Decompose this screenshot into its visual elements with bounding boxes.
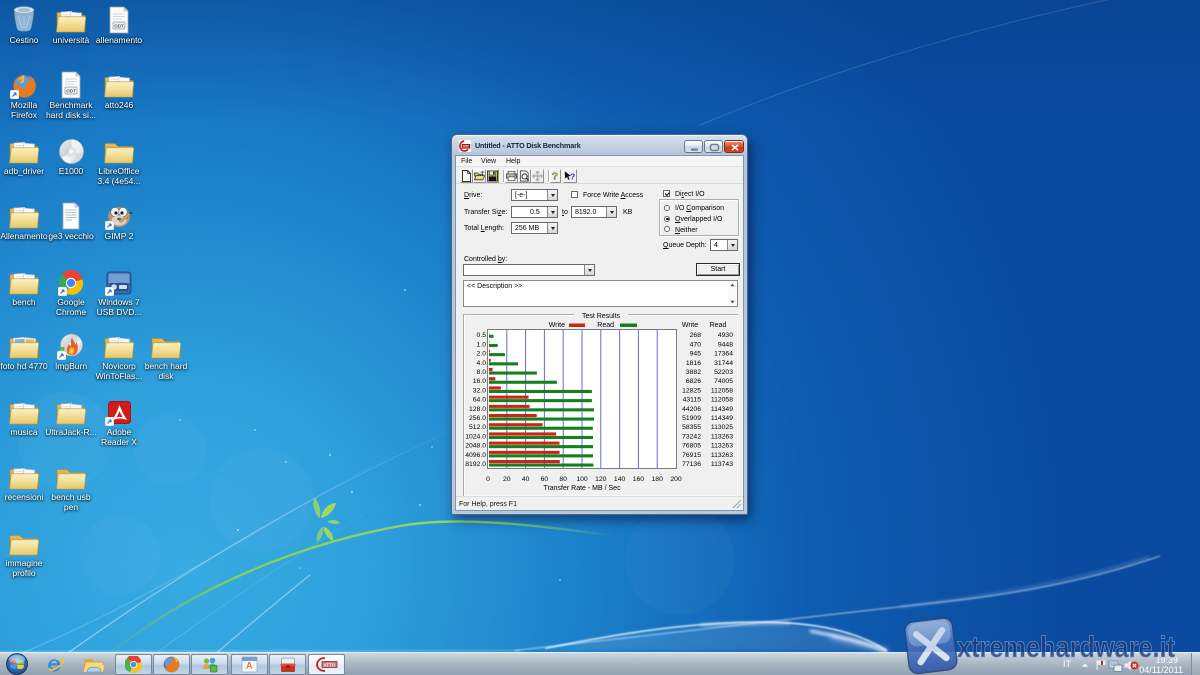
svg-text:Write: Write	[682, 322, 698, 329]
svg-text:32.0: 32.0	[473, 387, 486, 394]
svg-text:4096.0: 4096.0	[465, 452, 486, 459]
svg-text:Read: Read	[710, 322, 727, 329]
svg-text:0: 0	[486, 476, 490, 483]
svg-text:73242: 73242	[682, 433, 701, 440]
svg-text:0.5: 0.5	[477, 332, 487, 339]
svg-text:58355: 58355	[682, 424, 701, 431]
svg-text:4930: 4930	[718, 332, 733, 339]
svg-text:112058: 112058	[711, 397, 733, 404]
svg-text:74005: 74005	[714, 378, 733, 385]
svg-text:76915: 76915	[682, 452, 701, 459]
svg-text:31744: 31744	[714, 360, 733, 367]
svg-text:256.0: 256.0	[469, 415, 486, 422]
svg-text:1.0: 1.0	[477, 341, 487, 348]
svg-text:100: 100	[576, 476, 588, 483]
svg-text:17364: 17364	[714, 351, 733, 358]
svg-text:128.0: 128.0	[469, 406, 486, 413]
svg-text:113263: 113263	[711, 452, 733, 459]
svg-text:114349: 114349	[711, 415, 733, 422]
svg-text:120: 120	[595, 476, 607, 483]
svg-text:113263: 113263	[711, 433, 733, 440]
svg-text:113025: 113025	[711, 424, 733, 431]
svg-text:112058: 112058	[711, 387, 733, 394]
svg-text:Transfer Rate - MB / Sec: Transfer Rate - MB / Sec	[543, 485, 621, 492]
svg-text:?: ?	[552, 172, 558, 182]
svg-text:8.0: 8.0	[477, 369, 487, 376]
svg-text:ATTO: ATTO	[323, 663, 335, 668]
svg-text:44206: 44206	[682, 406, 701, 413]
svg-text:3882: 3882	[686, 369, 701, 376]
svg-text:80: 80	[559, 476, 567, 483]
svg-text:6826: 6826	[686, 378, 701, 385]
svg-text:180: 180	[652, 476, 664, 483]
svg-text:16.0: 16.0	[473, 378, 486, 385]
svg-text:60: 60	[541, 476, 549, 483]
svg-text:945: 945	[690, 351, 702, 358]
svg-text:12825: 12825	[682, 387, 701, 394]
svg-text:64.0: 64.0	[473, 397, 486, 404]
svg-text:A: A	[246, 661, 253, 671]
svg-text:140: 140	[614, 476, 626, 483]
svg-text:9448: 9448	[718, 341, 733, 348]
svg-text:4.0: 4.0	[477, 360, 487, 367]
svg-text:20: 20	[503, 476, 511, 483]
svg-text:512.0: 512.0	[469, 424, 486, 431]
svg-text:Read: Read	[597, 322, 614, 329]
svg-text:51909: 51909	[682, 415, 701, 422]
svg-text:52203: 52203	[714, 369, 733, 376]
svg-text:2.0: 2.0	[477, 351, 487, 358]
svg-text:8192.0: 8192.0	[465, 461, 486, 468]
svg-text:Test Results: Test Results	[582, 313, 621, 320]
svg-text:xtremehardware.it: xtremehardware.it	[957, 631, 1175, 664]
svg-text:?: ?	[570, 171, 575, 181]
svg-text:114349: 114349	[711, 406, 733, 413]
svg-text:160: 160	[633, 476, 645, 483]
svg-text:Write: Write	[549, 322, 565, 329]
svg-text:76805: 76805	[682, 443, 701, 450]
svg-text:268: 268	[690, 332, 702, 339]
svg-text:2048.0: 2048.0	[465, 443, 486, 450]
svg-text:77136: 77136	[682, 461, 701, 468]
svg-text:200: 200	[670, 476, 682, 483]
svg-text:113263: 113263	[711, 443, 733, 450]
svg-text:40: 40	[522, 476, 530, 483]
svg-text:470: 470	[690, 341, 702, 348]
svg-text:1024.0: 1024.0	[465, 433, 486, 440]
svg-text:113743: 113743	[711, 461, 733, 468]
svg-text:1816: 1816	[686, 360, 701, 367]
svg-text:43115: 43115	[683, 397, 702, 404]
